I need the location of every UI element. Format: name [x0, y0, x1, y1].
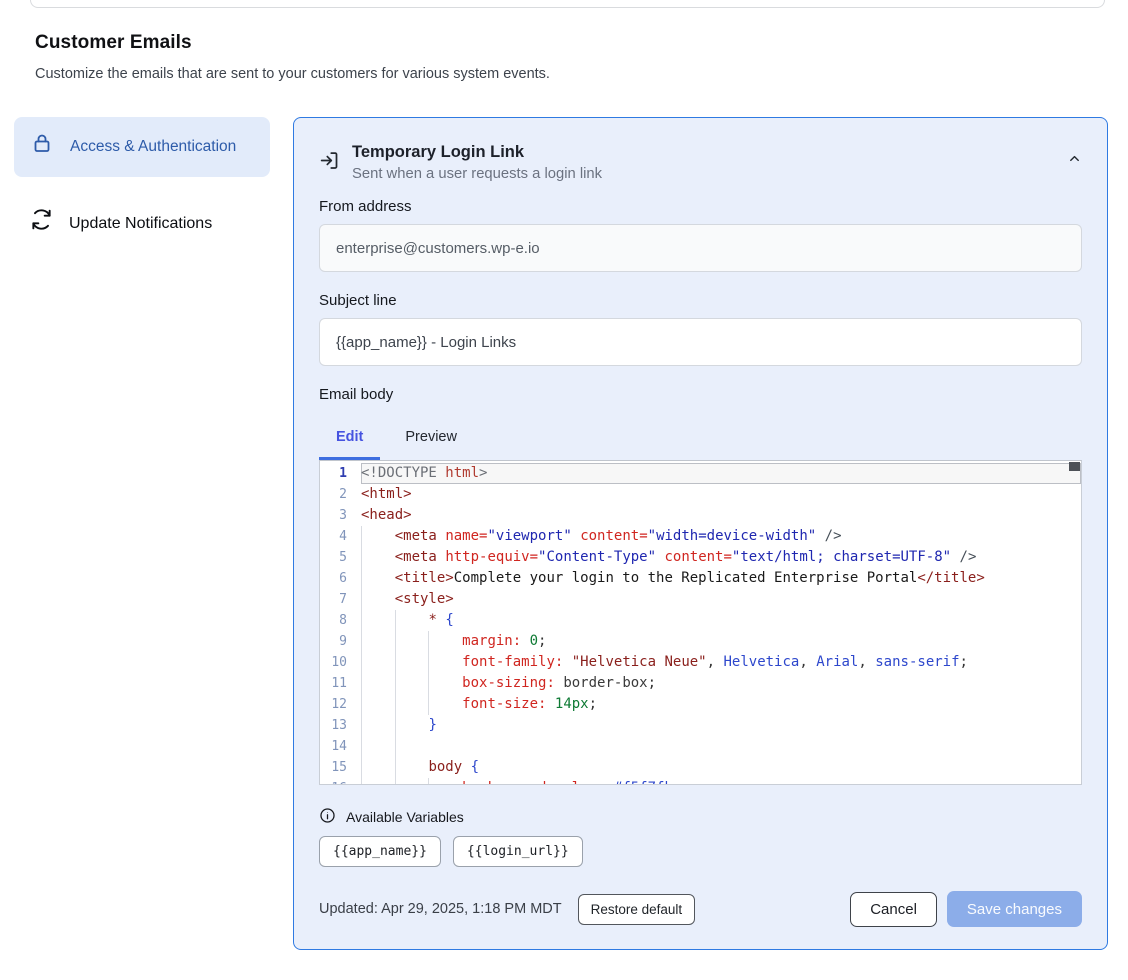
- main-layout: Access & Authentication Update Notificat…: [0, 117, 1128, 950]
- line-number: 10: [320, 652, 361, 673]
- panel-footer: Updated: Apr 29, 2025, 1:18 PM MDT Resto…: [319, 891, 1082, 927]
- line-number: 15: [320, 757, 361, 778]
- code-line[interactable]: 10 font-family: "Helvetica Neue", Helvet…: [320, 652, 1081, 673]
- subject-line-label: Subject line: [319, 292, 1082, 309]
- line-number: 16: [320, 778, 361, 785]
- sidebar-item-label: Access & Authentication: [70, 135, 236, 159]
- settings-sidebar: Access & Authentication Update Notificat…: [14, 117, 270, 251]
- line-number: 1: [320, 463, 361, 484]
- line-number: 9: [320, 631, 361, 652]
- code-line[interactable]: 6 <title>Complete your login to the Repl…: [320, 568, 1081, 589]
- code-line[interactable]: 2<html>: [320, 484, 1081, 505]
- tab-preview[interactable]: Preview: [388, 417, 474, 460]
- lock-icon: [30, 131, 54, 163]
- code-line[interactable]: 4 <meta name="viewport" content="width=d…: [320, 526, 1081, 547]
- temporary-login-link-panel: Temporary Login Link Sent when a user re…: [293, 117, 1108, 950]
- variable-chip-login-url[interactable]: {{login_url}}: [453, 836, 583, 867]
- panel-title: Temporary Login Link: [352, 143, 602, 162]
- code-line[interactable]: 12 font-size: 14px;: [320, 694, 1081, 715]
- refresh-icon: [30, 208, 53, 239]
- login-icon: [319, 150, 340, 176]
- line-number: 12: [320, 694, 361, 715]
- code-lines: 1<!DOCTYPE html>2<html>3<head>4 <meta na…: [320, 461, 1081, 785]
- editor-scrollbar-thumb[interactable]: [1069, 462, 1080, 471]
- collapse-button[interactable]: [1067, 151, 1082, 169]
- panel-subtitle: Sent when a user requests a login link: [352, 166, 602, 182]
- previous-card-bottom-edge: [30, 0, 1105, 8]
- code-line[interactable]: 16 background-color: #f5f7fb;: [320, 778, 1081, 785]
- email-body-tabs: Edit Preview: [319, 417, 1082, 460]
- code-line[interactable]: 5 <meta http-equiv="Content-Type" conten…: [320, 547, 1081, 568]
- line-number: 13: [320, 715, 361, 736]
- line-number: 14: [320, 736, 361, 757]
- code-line[interactable]: 3<head>: [320, 505, 1081, 526]
- panel-header-text: Temporary Login Link Sent when a user re…: [352, 143, 602, 182]
- updated-timestamp: Updated: Apr 29, 2025, 1:18 PM MDT: [319, 901, 562, 917]
- code-line[interactable]: 15 body {: [320, 757, 1081, 778]
- restore-default-button[interactable]: Restore default: [578, 894, 696, 925]
- sidebar-item-access-authentication[interactable]: Access & Authentication: [14, 117, 270, 177]
- page-title: Customer Emails: [35, 32, 1128, 54]
- sidebar-item-update-notifications[interactable]: Update Notifications: [14, 196, 270, 251]
- cancel-button[interactable]: Cancel: [850, 892, 937, 927]
- tab-edit[interactable]: Edit: [319, 417, 380, 460]
- line-number: 11: [320, 673, 361, 694]
- code-line[interactable]: 9 margin: 0;: [320, 631, 1081, 652]
- available-variables-label: Available Variables: [346, 809, 464, 825]
- variable-chips: {{app_name}} {{login_url}}: [319, 836, 1082, 867]
- line-number: 3: [320, 505, 361, 526]
- code-line[interactable]: 7 <style>: [320, 589, 1081, 610]
- from-address-field[interactable]: [319, 224, 1082, 272]
- info-icon: [319, 807, 336, 827]
- line-number: 8: [320, 610, 361, 631]
- subject-line-field[interactable]: [319, 318, 1082, 366]
- line-number: 4: [320, 526, 361, 547]
- variable-chip-app-name[interactable]: {{app_name}}: [319, 836, 441, 867]
- line-number: 7: [320, 589, 361, 610]
- code-line[interactable]: 8 * {: [320, 610, 1081, 631]
- code-line[interactable]: 11 box-sizing: border-box;: [320, 673, 1081, 694]
- code-line[interactable]: 13 }: [320, 715, 1081, 736]
- from-address-label: From address: [319, 198, 1082, 215]
- code-line[interactable]: 14: [320, 736, 1081, 757]
- sidebar-item-label: Update Notifications: [69, 212, 212, 236]
- email-body-code-editor[interactable]: 1<!DOCTYPE html>2<html>3<head>4 <meta na…: [319, 460, 1082, 785]
- page-subtitle: Customize the emails that are sent to yo…: [35, 66, 1128, 82]
- save-changes-button[interactable]: Save changes: [947, 891, 1082, 927]
- code-line[interactable]: 1<!DOCTYPE html>: [320, 463, 1081, 484]
- available-variables-header: Available Variables: [319, 807, 1082, 827]
- line-number: 5: [320, 547, 361, 568]
- email-body-label: Email body: [319, 386, 1082, 403]
- line-number: 2: [320, 484, 361, 505]
- line-number: 6: [320, 568, 361, 589]
- chevron-up-icon: [1067, 154, 1082, 169]
- panel-header: Temporary Login Link Sent when a user re…: [319, 143, 1082, 182]
